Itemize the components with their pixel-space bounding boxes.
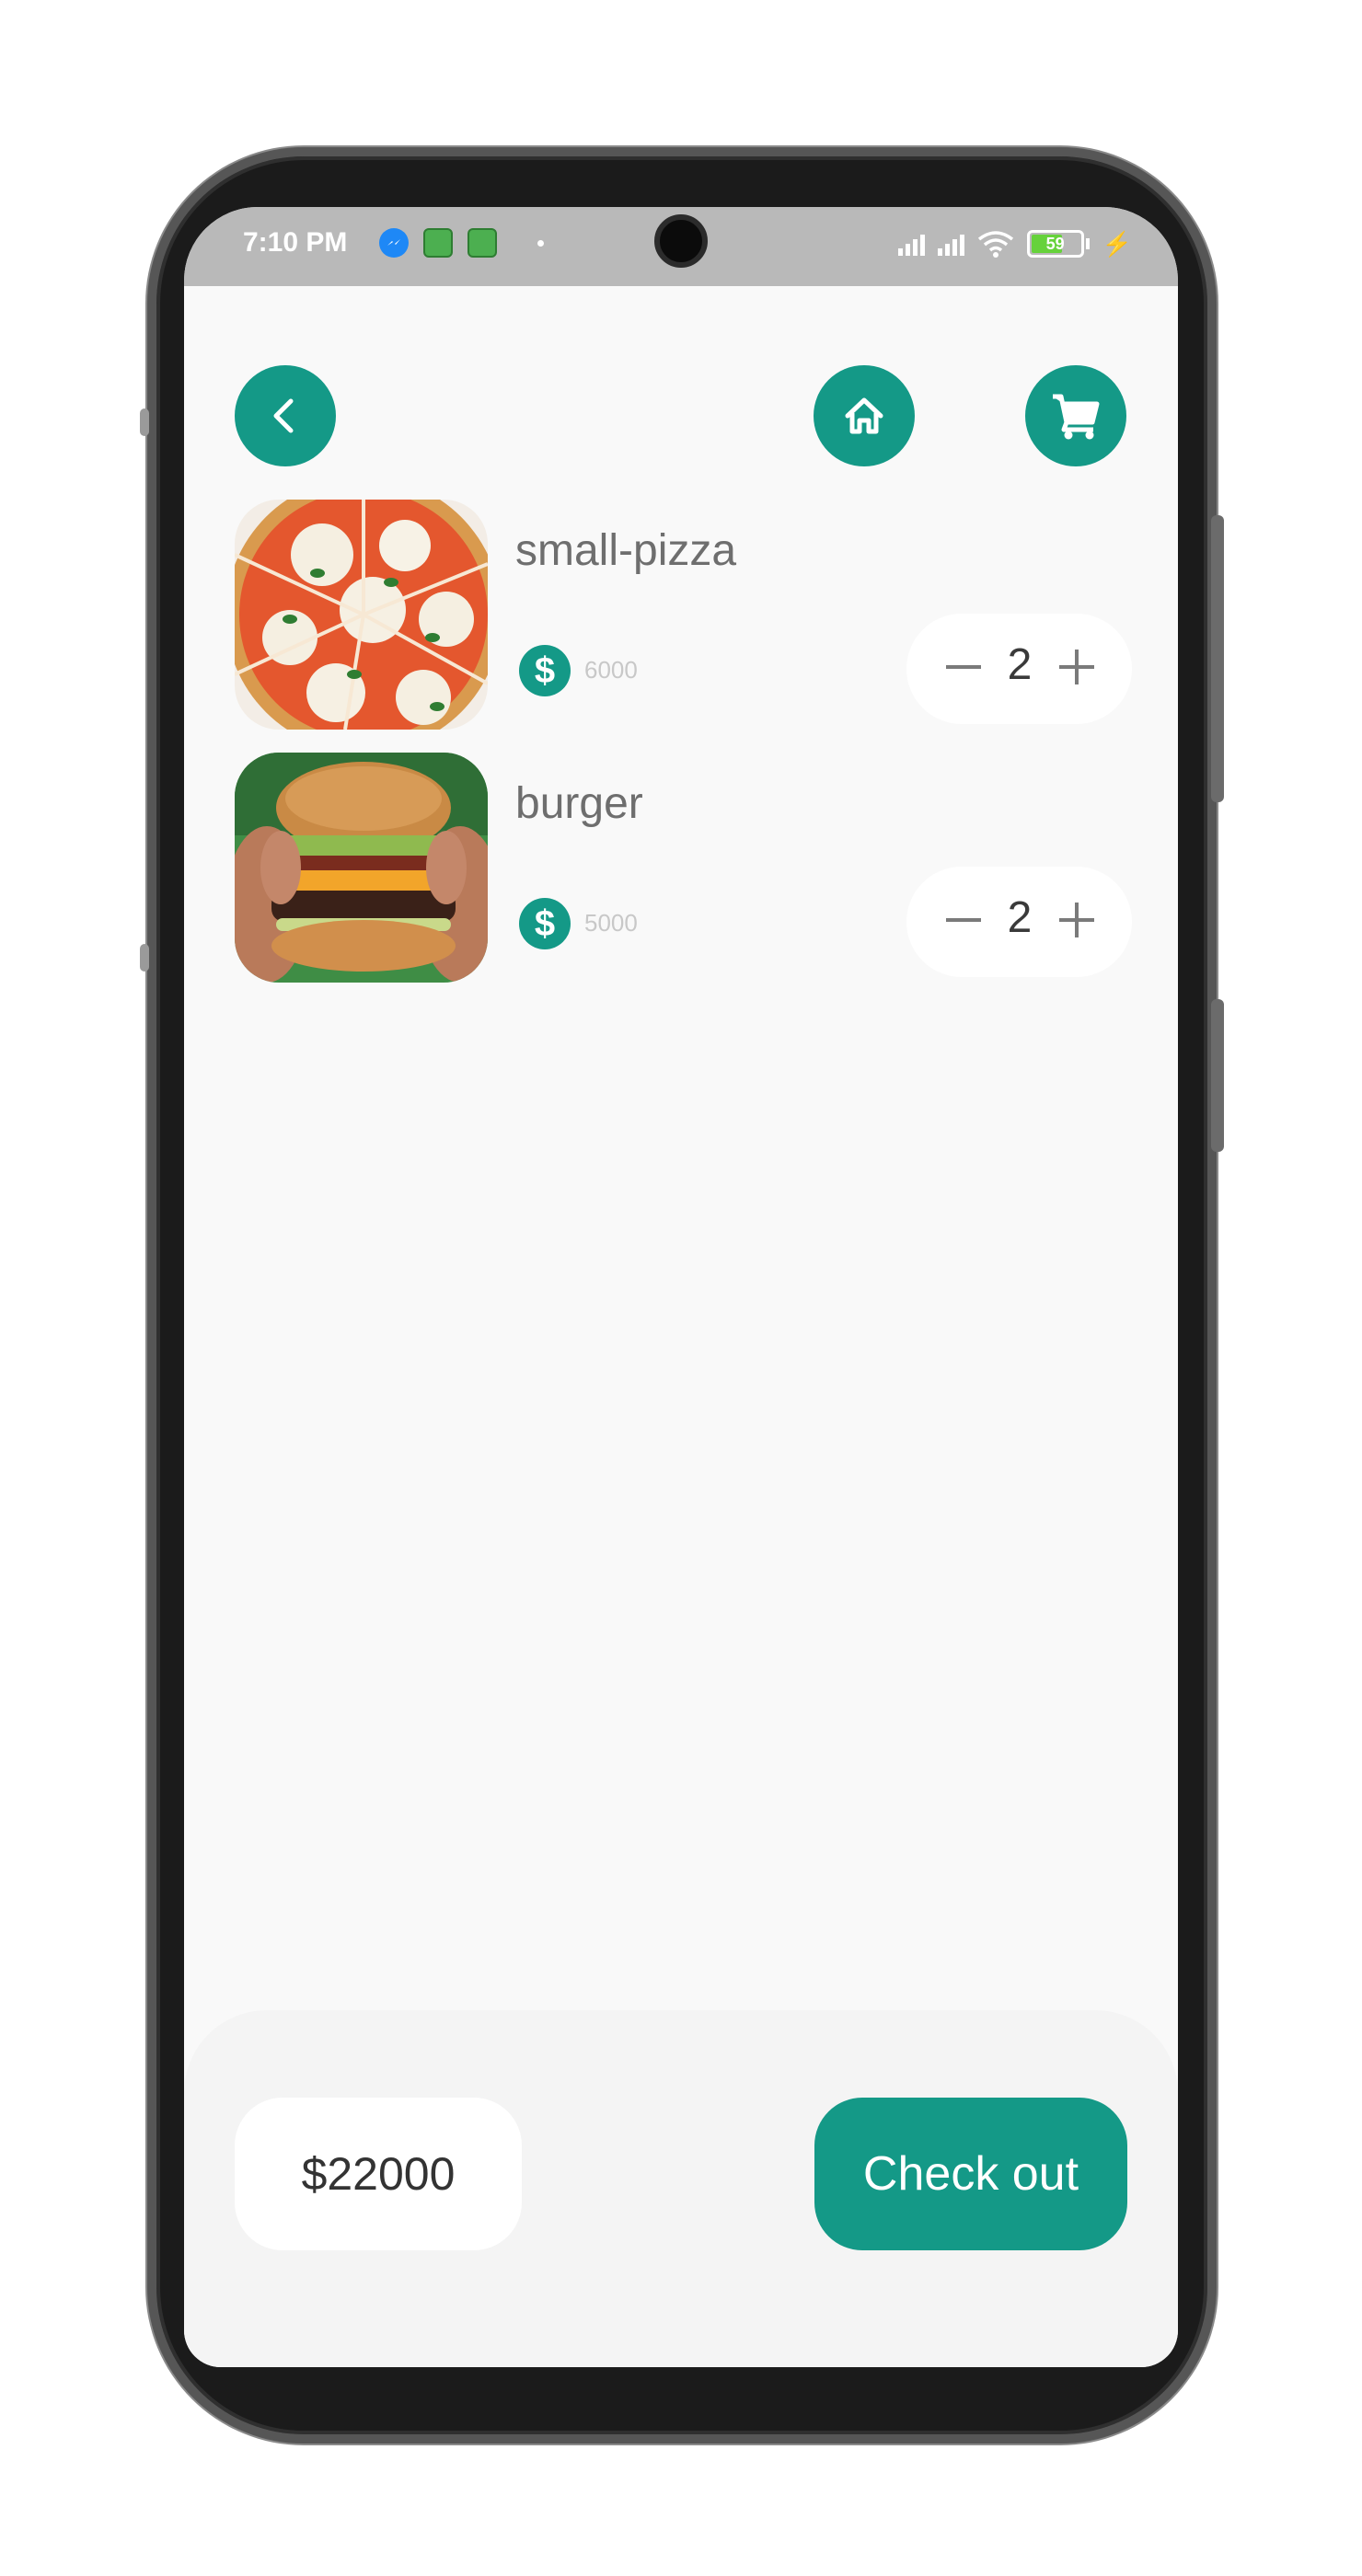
- item-price: 5000: [584, 909, 638, 937]
- status-bar: 7:10 PM 59 ⚡: [184, 207, 1178, 286]
- more-notifications-icon: [537, 239, 544, 247]
- charging-icon: ⚡: [1102, 229, 1132, 258]
- battery-level: 59: [1045, 234, 1065, 253]
- item-name: small-pizza: [515, 526, 737, 575]
- cart-icon: [1053, 394, 1100, 440]
- app-icon: [423, 228, 453, 258]
- plus-icon: [1059, 650, 1094, 684]
- decrease-quantity-button[interactable]: [936, 892, 991, 948]
- cart-item: small-pizza $ 6000 2: [235, 500, 1132, 730]
- volume-button: [1211, 515, 1224, 802]
- app-screen: 7:10 PM 59 ⚡ small-pizza $ 6000 2 burger…: [184, 207, 1178, 2367]
- dollar-coin-icon: $: [519, 645, 571, 696]
- item-name: burger: [515, 779, 643, 828]
- chevron-left-icon: [273, 398, 294, 433]
- messenger-icon: [379, 228, 409, 258]
- checkout-button[interactable]: Check out: [814, 2098, 1127, 2250]
- side-marker: [140, 944, 149, 972]
- item-price: 6000: [584, 656, 638, 684]
- status-time: 7:10 PM: [243, 227, 348, 258]
- battery-icon: 59: [1026, 230, 1084, 258]
- plus-icon: [1059, 903, 1094, 937]
- system-icons: 59 ⚡: [897, 225, 1132, 262]
- signal-icon: [937, 232, 964, 256]
- wifi-icon: [977, 231, 1013, 258]
- minus-icon: [946, 918, 981, 922]
- dollar-coin-icon: $: [519, 898, 571, 949]
- notification-icons: [379, 227, 544, 259]
- burger-image: [235, 753, 488, 983]
- side-marker: [140, 408, 149, 436]
- app-icon: [467, 228, 497, 258]
- cart-button[interactable]: [1025, 365, 1126, 466]
- decrease-quantity-button[interactable]: [936, 639, 991, 695]
- quantity-value: 2: [1007, 640, 1033, 689]
- signal-icon: [897, 232, 925, 256]
- quantity-stepper: 2: [906, 614, 1132, 724]
- minus-icon: [946, 665, 981, 669]
- cart-total: $22000: [235, 2098, 522, 2250]
- quantity-stepper: 2: [906, 867, 1132, 977]
- front-camera: [654, 214, 708, 268]
- home-icon: [845, 397, 883, 434]
- power-button: [1211, 999, 1224, 1152]
- home-button[interactable]: [814, 365, 915, 466]
- back-button[interactable]: [235, 365, 336, 466]
- cart-item: burger $ 5000 2: [235, 753, 1132, 983]
- battery-cap: [1085, 238, 1090, 249]
- pizza-image: [235, 500, 488, 730]
- increase-quantity-button[interactable]: [1049, 639, 1104, 695]
- checkout-bar: $22000 Check out: [184, 2010, 1178, 2367]
- quantity-value: 2: [1007, 893, 1033, 942]
- increase-quantity-button[interactable]: [1049, 892, 1104, 948]
